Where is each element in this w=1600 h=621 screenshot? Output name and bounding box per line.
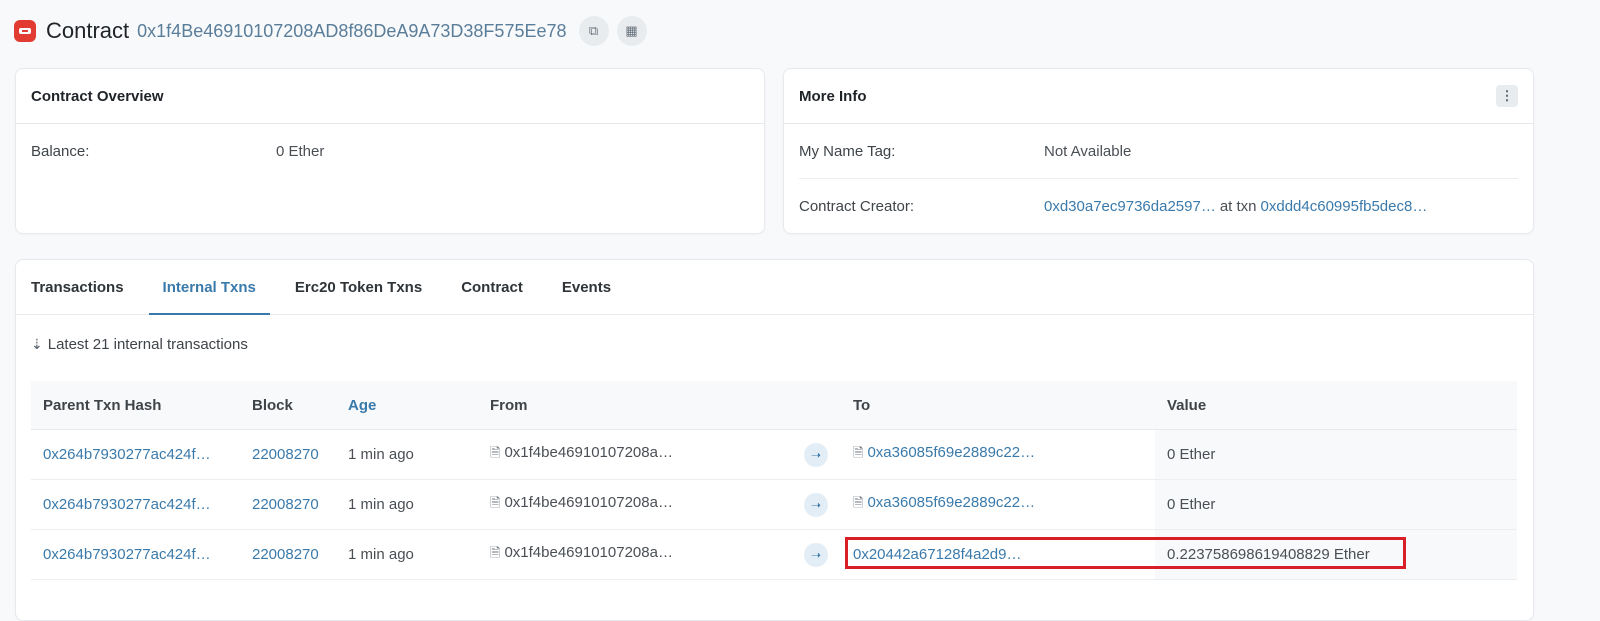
page-title: Contract [46,18,130,43]
col-value: Value [1155,381,1517,430]
to-address-link[interactable]: 0xa36085f69e2889c22… [867,494,1035,511]
at-txn-text: at txn [1219,197,1257,215]
age-value: 1 min ago [336,479,478,530]
arrow-right-icon: ➝ [804,492,828,517]
parent-txn-hash-link[interactable]: 0x264b7930277ac424f… [31,429,240,480]
tab-events[interactable]: Events [562,260,611,314]
from-cell: 🗎 0x1f4be46910107208a… [478,429,792,480]
to-cell: 🗎 0xa36085f69e2889c22… [841,479,1155,530]
from-address: 0x1f4be46910107208a… [504,493,673,511]
table-row: 0x264b7930277ac424f… 22008270 1 min ago … [31,429,1517,480]
tab-bar: Transactions Internal Txns Erc20 Token T… [16,260,1533,315]
contract-logo-icon [14,20,36,42]
col-direction [792,381,841,430]
parent-txn-hash-link[interactable]: 0x264b7930277ac424f… [31,479,240,530]
txn-summary-text: Latest 21 internal transactions [47,336,248,353]
copy-icon[interactable]: ⧉ [578,16,609,46]
tab-transactions[interactable]: Transactions [31,260,124,314]
from-address: 0x1f4be46910107208a… [504,543,673,561]
more-options-icon[interactable]: ⋮ [1496,85,1518,107]
contract-file-icon: 🗎 [853,494,864,510]
creator-address-link[interactable]: 0xd30a7ec9736da2597… [1044,198,1216,215]
contract-file-icon: 🗎 [853,444,864,460]
to-cell: 🗎 0xa36085f69e2889c22… [841,429,1155,480]
contract-creator-label: Contract Creator: [799,197,915,215]
txn-summary: ⇣ Latest 21 internal transactions [31,336,248,353]
from-cell: 🗎 0x1f4be46910107208a… [478,479,792,530]
from-cell: 🗎 0x1f4be46910107208a… [478,529,792,580]
value-amount: 0 Ether [1155,479,1517,530]
table-row: 0x264b7930277ac424f… 22008270 1 min ago … [31,479,1517,530]
balance-label: Balance: [31,142,90,160]
direction-cell: ➝ [792,429,841,480]
creator-txn-link[interactable]: 0xddd4c60995fb5dec8… [1261,198,1428,215]
more-info-card: More Info ⋮ My Name Tag: Not Available C… [783,68,1534,234]
page-header: Contract 0x1f4Be46910107208AD8f86DeA9A73… [14,14,655,48]
contract-file-icon: 🗎 [490,494,501,510]
direction-cell: ➝ [792,479,841,530]
col-age[interactable]: Age [336,381,478,430]
age-value: 1 min ago [336,529,478,580]
balance-value: 0 Ether [276,142,325,160]
direction-cell: ➝ [792,529,841,580]
highlight-annotation-box [845,537,1406,569]
contract-overview-title: Contract Overview [16,69,764,124]
tab-internal-txns[interactable]: Internal Txns [148,260,271,315]
value-amount: 0 Ether [1155,429,1517,480]
qr-code-icon[interactable]: ▦ [616,16,647,46]
col-from: From [478,381,792,430]
table-header-row: Parent Txn Hash Block Age From To Value [31,381,1517,430]
col-to: To [841,381,1155,430]
block-link[interactable]: 22008270 [240,479,336,530]
age-value: 1 min ago [336,429,478,480]
sort-descending-icon[interactable]: ⇣ [31,336,43,353]
contract-address: 0x1f4Be46910107208AD8f86DeA9A73D38F575Ee… [137,20,567,41]
name-tag-value: Not Available [1044,142,1132,160]
from-address: 0x1f4be46910107208a… [504,443,673,461]
block-link[interactable]: 22008270 [240,529,336,580]
parent-txn-hash-link[interactable]: 0x264b7930277ac424f… [31,529,240,580]
col-block: Block [240,381,336,430]
tab-erc20-token-txns[interactable]: Erc20 Token Txns [295,260,422,314]
contract-file-icon: 🗎 [490,444,501,460]
col-parent-txn-hash: Parent Txn Hash [31,381,240,430]
more-info-title: More Info [799,87,867,105]
contract-file-icon: 🗎 [490,544,501,560]
name-tag-label: My Name Tag: [799,142,896,160]
to-address-link[interactable]: 0xa36085f69e2889c22… [867,444,1035,461]
contract-overview-card: Contract Overview Balance: 0 Ether [15,68,765,234]
arrow-right-icon: ➝ [804,542,828,567]
arrow-right-icon: ➝ [804,442,828,467]
tab-contract[interactable]: Contract [461,260,523,314]
block-link[interactable]: 22008270 [240,429,336,480]
more-info-header: More Info ⋮ [784,69,1533,124]
